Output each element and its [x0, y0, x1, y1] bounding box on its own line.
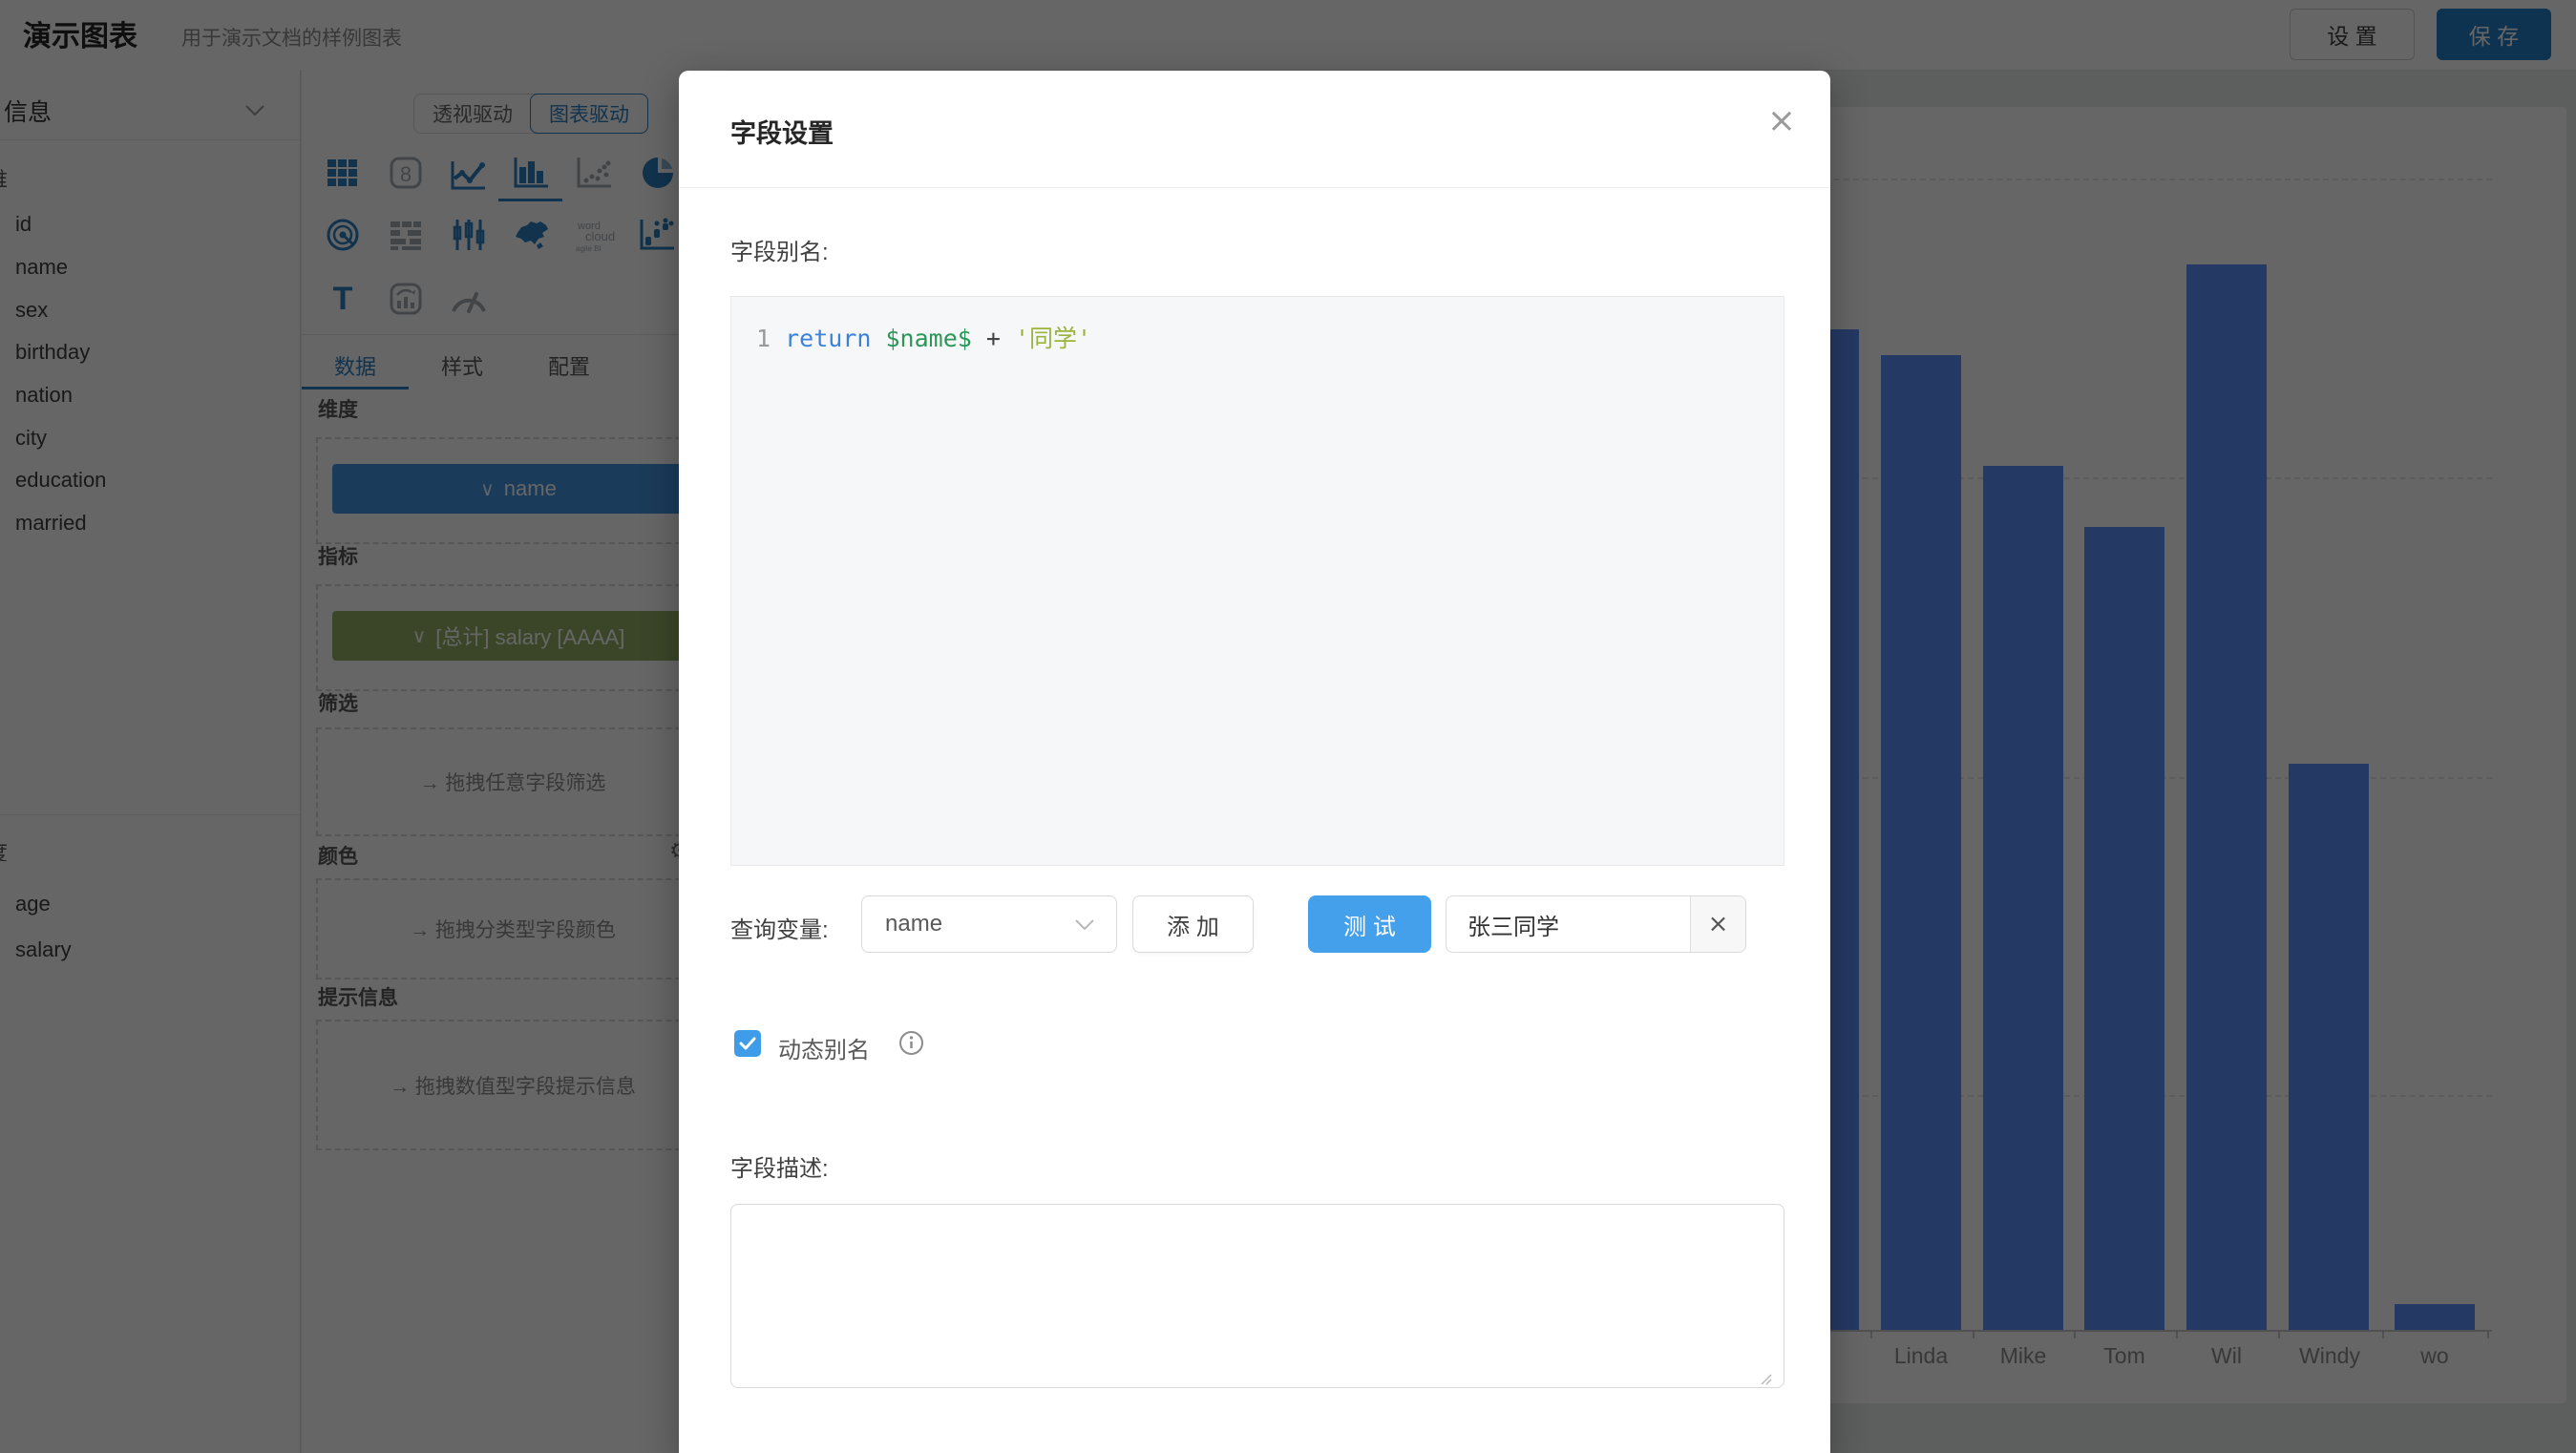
code-keyword: return	[785, 325, 871, 352]
close-icon[interactable]: ×	[1767, 101, 1796, 140]
description-label: 字段描述:	[730, 1149, 829, 1183]
alias-label: 字段别名:	[730, 233, 829, 266]
add-button[interactable]: 添 加	[1132, 895, 1254, 953]
query-variable-select[interactable]: name	[861, 895, 1117, 953]
field-settings-modal: 字段设置 × 字段别名: 1 return $name$ + '同学' 查询变量…	[679, 71, 1830, 1453]
modal-title: 字段设置	[730, 113, 834, 150]
code-line-number: 1	[731, 325, 771, 352]
modal-header-divider	[679, 187, 1830, 188]
description-textarea[interactable]	[730, 1204, 1784, 1388]
query-variable-select-value: name	[885, 911, 1074, 937]
clear-input-button[interactable]: ×	[1690, 896, 1745, 952]
test-button[interactable]: 测 试	[1308, 895, 1431, 953]
chevron-down-icon	[1074, 918, 1095, 931]
code-variable: $name$	[886, 325, 972, 352]
code-string: '同学'	[1015, 325, 1091, 352]
dynamic-alias-label: 动态别名	[778, 1031, 870, 1064]
code-line: 1 return $name$ + '同学'	[731, 320, 1091, 354]
textarea-resize-grip[interactable]	[1758, 1371, 1773, 1386]
test-input[interactable]	[1466, 910, 1679, 938]
dynamic-alias-checkbox[interactable]	[734, 1030, 761, 1057]
test-input-wrapper: ×	[1446, 895, 1746, 953]
alias-code-editor[interactable]: 1 return $name$ + '同学'	[730, 296, 1784, 866]
info-icon[interactable]	[898, 1030, 924, 1056]
app-root: 演示图表 用于演示文档的样例图表 设 置 保 存 信息 维 idnamesexb…	[0, 0, 2576, 1453]
code-operator: +	[986, 325, 1001, 352]
query-variable-label: 查询变量:	[730, 911, 829, 944]
